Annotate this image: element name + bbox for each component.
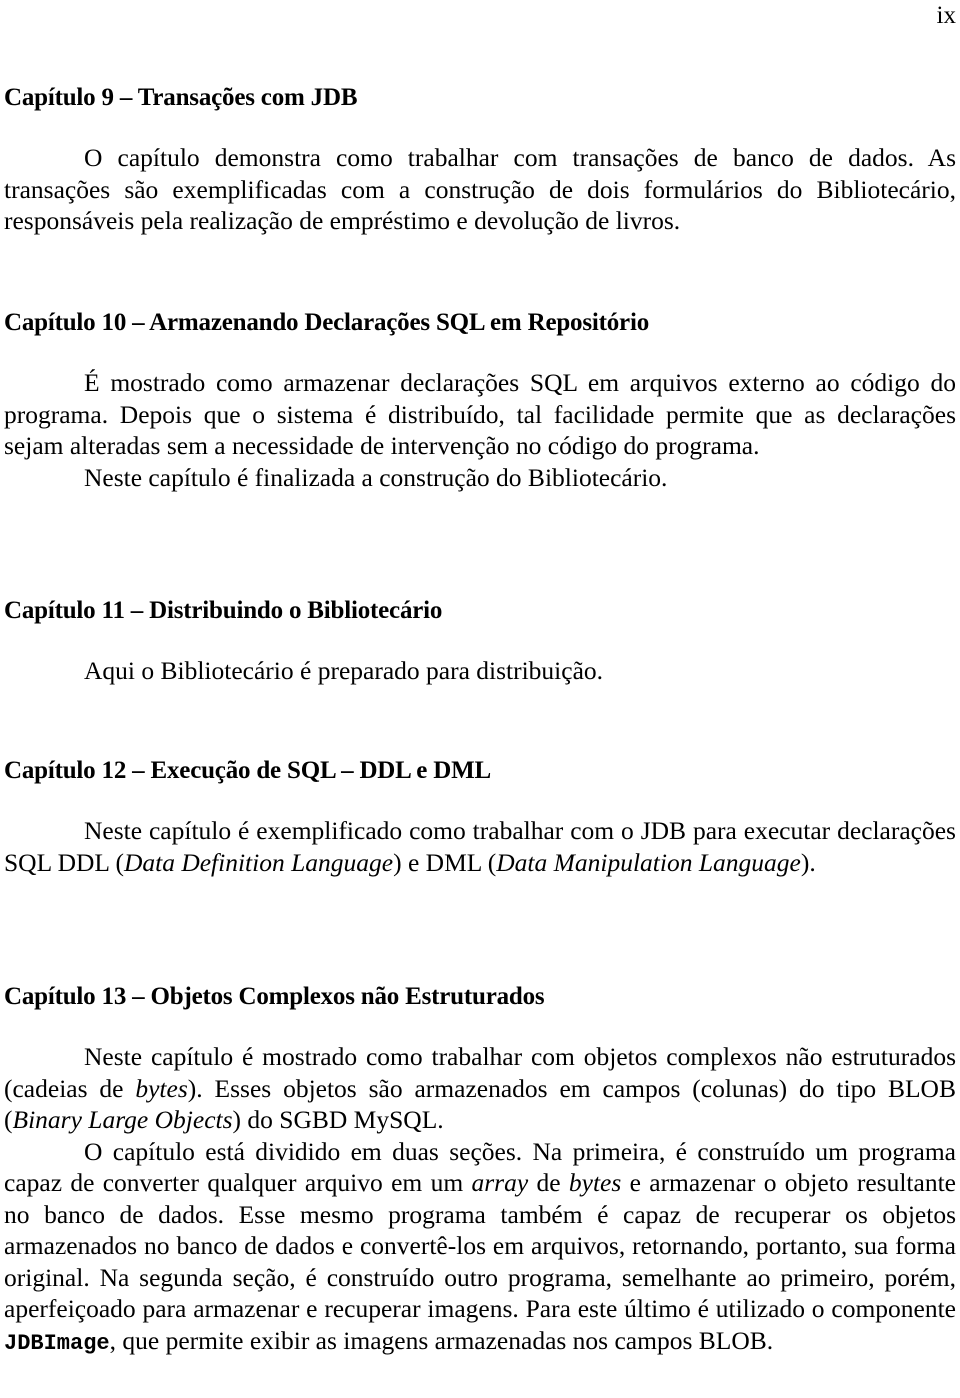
italic-term: bytes	[568, 1168, 622, 1197]
chapter-11-paragraph: Aqui o Bibliotecário é preparado para di…	[84, 656, 604, 685]
chapter-10-paragraph-2: Neste capítulo é finalizada a construção…	[84, 462, 668, 492]
chapter-12-heading: Capítulo 12 – Execução de SQL – DDL e DM…	[4, 757, 491, 784]
page-number: ix	[936, 2, 956, 29]
chapter-12-section: Capítulo 12 – Execução de SQL – DDL e DM…	[4, 755, 956, 878]
chapter-10-heading: Capítulo 10 – Armazenando Declarações SQ…	[4, 309, 650, 336]
chapter-10-section: Capítulo 10 – Armazenando Declarações SQ…	[4, 307, 956, 493]
text: ) e DML (	[393, 847, 497, 877]
chapter-11-heading: Capítulo 11 – Distribuindo o Bibliotecár…	[4, 597, 443, 624]
chapter-12-paragraph: Neste capítulo é exemplificado como trab…	[4, 815, 956, 878]
chapter-9-section: Capítulo 9 – Transações com JDB O capítu…	[4, 82, 956, 237]
italic-term: Binary Large Objects	[12, 1105, 233, 1134]
chapter-13-paragraph-2: O capítulo está dividido em duas seções.…	[4, 1136, 956, 1360]
italic-term: Data Definition Language	[123, 847, 394, 877]
text: de	[528, 1168, 569, 1197]
chapter-13-section: Capítulo 13 – Objetos Complexos não Estr…	[4, 981, 956, 1359]
code-term: JDBImage	[4, 1330, 110, 1356]
chapter-13-paragraph-1: Neste capítulo é mostrado como trabalhar…	[4, 1041, 956, 1136]
text: ).	[800, 847, 816, 877]
italic-term: bytes	[135, 1073, 188, 1103]
text: , que permite exibir as imagens armazena…	[109, 1325, 774, 1355]
italic-term: array	[471, 1168, 529, 1197]
chapter-11-section: Capítulo 11 – Distribuindo o Bibliotecár…	[4, 595, 956, 687]
chapter-9-heading: Capítulo 9 – Transações com JDB	[4, 84, 358, 111]
chapter-9-paragraph: O capítulo demonstra como trabalhar com …	[4, 143, 956, 235]
text: ) do SGBD MySQL.	[232, 1105, 444, 1134]
chapter-13-heading: Capítulo 13 – Objetos Complexos não Estr…	[4, 983, 545, 1010]
chapter-10-paragraph-1: É mostrado como armazenar declarações SQ…	[4, 368, 956, 460]
italic-term: Data Manipulation Language	[496, 847, 801, 877]
